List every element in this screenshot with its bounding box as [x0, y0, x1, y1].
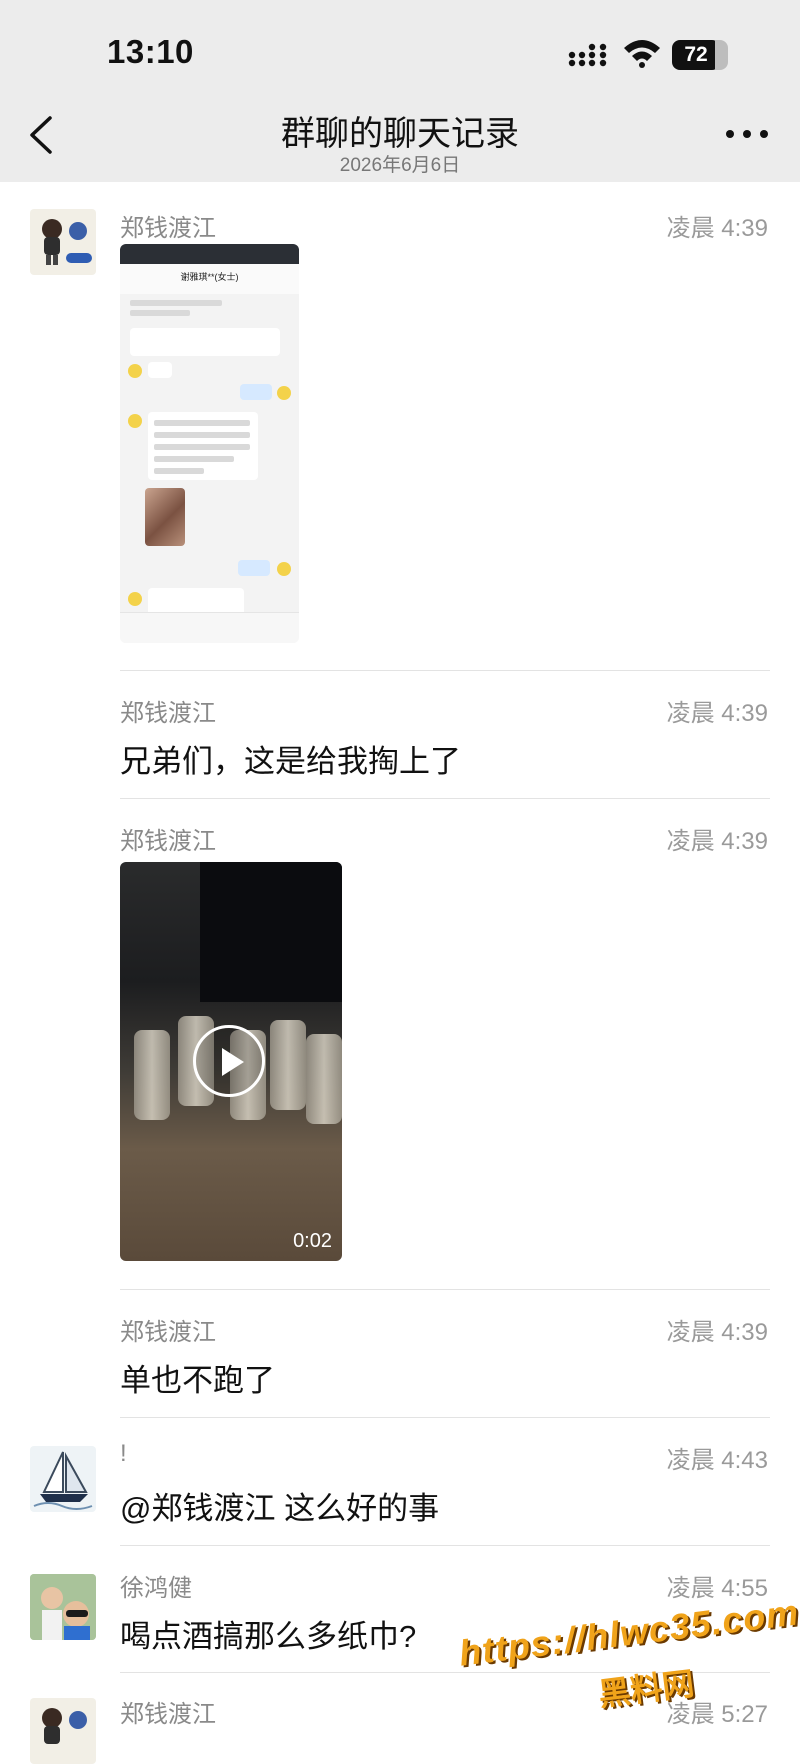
divider	[120, 1417, 770, 1418]
avatar[interactable]	[30, 1698, 96, 1764]
message-text: 单也不跑了	[120, 1363, 275, 1398]
video-duration: 0:02	[293, 1230, 332, 1252]
avatar[interactable]	[30, 1574, 96, 1640]
signal-icon	[568, 43, 607, 67]
sender-name: 郑钱渡江	[120, 828, 216, 855]
message-time: 凌晨 4:39	[666, 828, 768, 855]
sender-name: 徐鸿健	[120, 1575, 192, 1602]
watermark-url: https://hlwc35.com	[456, 1591, 800, 1674]
page-title: 群聊的聊天记录	[281, 115, 519, 153]
message-time: 凌晨 4:39	[666, 700, 768, 727]
more-icon[interactable]	[722, 122, 772, 146]
divider	[120, 1289, 770, 1290]
sender-name: !	[120, 1440, 127, 1467]
play-icon[interactable]	[193, 1025, 265, 1097]
sender-name: 郑钱渡江	[120, 700, 216, 727]
avatar[interactable]	[30, 1446, 96, 1512]
sender-name: 郑钱渡江	[120, 215, 216, 242]
message-text: @郑钱渡江 这么好的事	[120, 1491, 440, 1526]
avatar[interactable]	[30, 209, 96, 275]
status-time: 13:10	[107, 33, 194, 70]
screenshot-image[interactable]: 谢雅琪**(女士)	[120, 244, 299, 643]
message-text: 兄弟们，这是给我掏上了	[120, 744, 461, 779]
message-time: 凌晨 4:39	[666, 215, 768, 242]
battery-level: 72	[684, 43, 708, 66]
message-time: 凌晨 4:39	[666, 1319, 768, 1346]
nav-bar: 群聊的聊天记录 2026年6月6日	[0, 92, 800, 182]
message-text: 喝点酒搞那么多纸巾?	[120, 1619, 417, 1654]
sender-name: 郑钱渡江	[120, 1701, 216, 1728]
battery-icon: 72	[672, 40, 728, 70]
divider	[120, 798, 770, 799]
divider	[120, 1545, 770, 1546]
status-bar: 13:10 72	[0, 0, 800, 92]
screenshot-caption: 谢雅琪**(女士)	[180, 272, 239, 282]
sender-name: 郑钱渡江	[120, 1319, 216, 1346]
message-time: 凌晨 4:43	[666, 1447, 768, 1474]
page-subtitle-date: 2026年6月6日	[339, 155, 461, 176]
divider	[120, 670, 770, 671]
video-thumbnail[interactable]: 0:02	[120, 862, 342, 1261]
wifi-icon	[624, 40, 660, 68]
chat-history-screen: 13:10 72 群聊的聊天记录 2026年6月6日 郑钱渡江 凌晨 4:39 …	[0, 0, 800, 1764]
